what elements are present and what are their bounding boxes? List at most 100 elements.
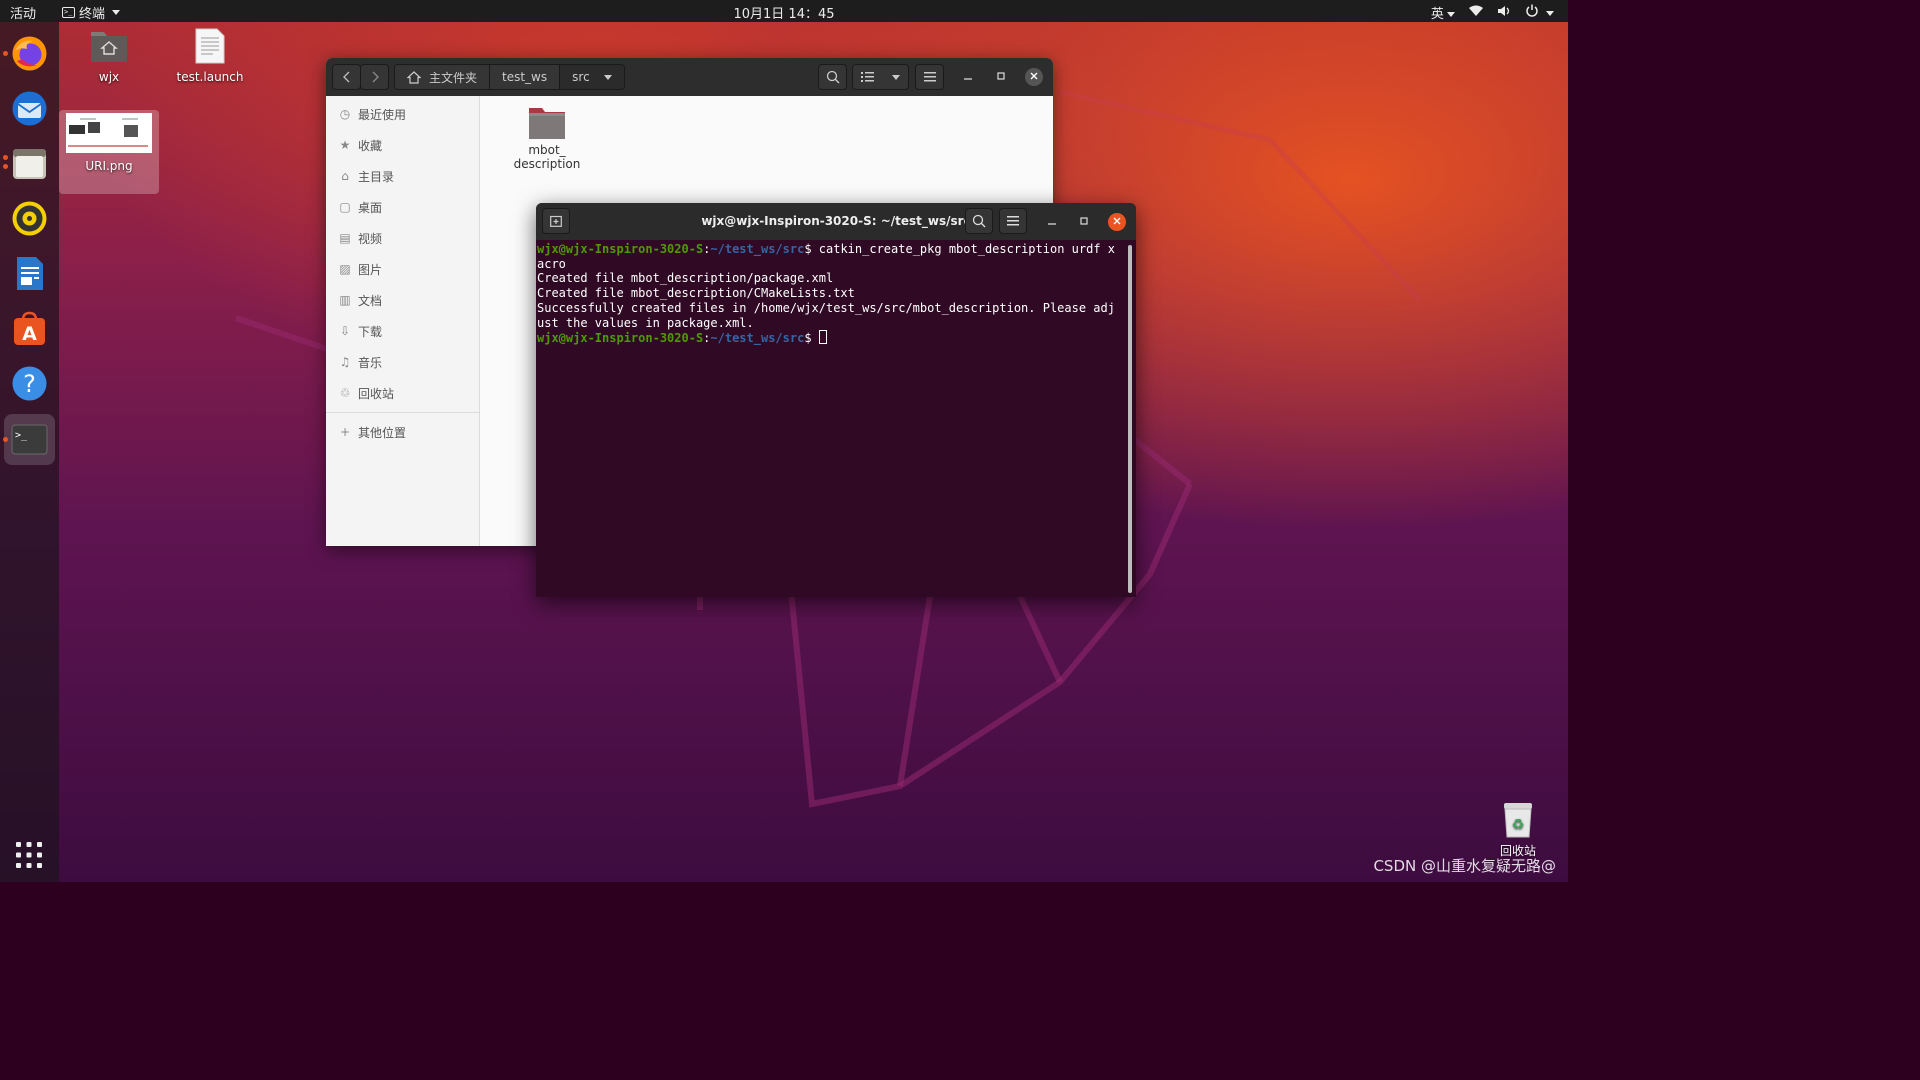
sidebar-divider xyxy=(326,412,479,413)
system-tray[interactable]: 英 xyxy=(1431,3,1554,22)
minimize-icon xyxy=(964,78,972,80)
forward-button[interactable] xyxy=(360,64,389,90)
dock-help[interactable]: ? xyxy=(4,358,55,409)
firefox-icon xyxy=(12,36,47,71)
star-icon: ★ xyxy=(339,138,351,152)
breadcrumb-test-ws[interactable]: test_ws xyxy=(490,65,561,89)
folder-mbot-description[interactable]: mbot_ description xyxy=(511,104,583,171)
download-icon: ⇩ xyxy=(339,324,351,338)
sidebar-item-recent[interactable]: ◷ 最近使用 xyxy=(326,100,479,128)
dock-software[interactable]: A xyxy=(4,303,55,354)
menu-button[interactable] xyxy=(915,64,944,90)
output-line: Created file mbot_description/CMakeLists… xyxy=(537,286,855,301)
sidebar-item-pictures[interactable]: ▨ 图片 xyxy=(326,255,479,283)
desktop-icon-label: URI.png xyxy=(85,159,133,173)
dock-rhythmbox[interactable] xyxy=(4,193,55,244)
input-method-label: 英 xyxy=(1430,7,1444,22)
dock-files[interactable] xyxy=(3,138,55,189)
minimize-button[interactable] xyxy=(959,68,977,86)
command-text: $ catkin_create_pkg mbot_description urd… xyxy=(804,242,1115,256)
sidebar-item-music[interactable]: ♫ 音乐 xyxy=(326,348,479,376)
back-button[interactable] xyxy=(332,64,361,90)
sidebar-item-trash[interactable]: ♲ 回收站 xyxy=(326,379,479,407)
terminal-header-bar: wjx@wjx-Inspiron-3020-S: ~/test_ws/src xyxy=(536,203,1136,240)
sidebar-item-videos[interactable]: ▤ 视频 xyxy=(326,224,479,252)
chevron-down-icon xyxy=(1446,12,1455,17)
trash-icon: ♻ xyxy=(1504,803,1532,838)
writer-icon xyxy=(17,257,43,290)
terminal-command-line: wjx@wjx-Inspiron-3020-S:~/test_ws/src$ c… xyxy=(537,242,1115,256)
app-grid-icon xyxy=(16,842,42,868)
svg-text:?: ? xyxy=(23,370,36,398)
sidebar-item-label: 下载 xyxy=(358,324,383,339)
desktop-icon-test-launch[interactable]: test.launch xyxy=(160,28,260,84)
sidebar-item-other-locations[interactable]: + 其他位置 xyxy=(326,418,479,446)
clock[interactable]: 10月1日 14：45 xyxy=(733,7,834,22)
rhythmbox-icon xyxy=(12,201,47,236)
prompt-path: ~/test_ws/src xyxy=(710,242,805,256)
text-cursor xyxy=(818,330,827,345)
dock-firefox[interactable] xyxy=(3,28,55,79)
software-icon: A xyxy=(14,311,45,345)
minimize-button[interactable] xyxy=(1043,213,1061,231)
show-applications-button[interactable] xyxy=(14,840,44,870)
network-wifi-icon[interactable] xyxy=(1468,5,1483,21)
sidebar-item-starred[interactable]: ★ 收藏 xyxy=(326,131,479,159)
files-icon xyxy=(13,149,46,179)
sidebar-item-label: 其他位置 xyxy=(358,425,407,440)
prompt-suffix: $ xyxy=(804,331,819,346)
sidebar-item-label: 回收站 xyxy=(358,386,395,401)
new-tab-button[interactable] xyxy=(542,208,570,234)
command-text-wrap: acro xyxy=(537,256,566,271)
sidebar-item-label: 最近使用 xyxy=(358,107,407,122)
new-tab-icon xyxy=(550,215,562,227)
terminal-menu-button[interactable] xyxy=(999,208,1027,234)
sidebar-item-downloads[interactable]: ⇩ 下载 xyxy=(326,317,479,345)
hamburger-menu-icon xyxy=(1007,216,1019,226)
search-icon xyxy=(826,70,839,84)
home-icon xyxy=(407,70,421,84)
terminal-output[interactable]: wjx@wjx-Inspiron-3020-S:~/test_ws/src$ c… xyxy=(536,242,1126,596)
close-button[interactable] xyxy=(1108,213,1126,231)
files-sidebar: ◷ 最近使用 ★ 收藏 ⌂ 主目录 ▢ 桌面 ▤ 视频 ▨ 图片 ▥ 文档 ⇩ 下载 ♫ 音乐 ♲… xyxy=(326,96,480,546)
thunderbird-icon xyxy=(12,91,47,126)
terminal-title: wjx@wjx-Inspiron-3020-S: ~/test_ws/src xyxy=(701,214,971,228)
home-icon: ⌂ xyxy=(341,169,349,183)
output-line: Successfully created files in /home/wjx/… xyxy=(537,300,1115,315)
close-button[interactable] xyxy=(1025,68,1043,86)
desktop-icon-uri-png[interactable]: URI.png xyxy=(59,110,159,194)
text-file-icon xyxy=(195,28,225,64)
sidebar-item-label: 桌面 xyxy=(358,200,383,215)
dock-terminal[interactable]: >_ xyxy=(3,414,55,465)
sidebar-item-desktop[interactable]: ▢ 桌面 xyxy=(326,193,479,221)
terminal-scrollbar[interactable] xyxy=(1128,245,1132,593)
breadcrumb: 主文件夹 test_ws src xyxy=(394,64,625,90)
breadcrumb-label: 主文件夹 xyxy=(429,70,478,85)
dock-thunderbird[interactable] xyxy=(4,83,55,134)
maximize-icon xyxy=(1080,217,1088,225)
sidebar-item-documents[interactable]: ▥ 文档 xyxy=(326,286,479,314)
breadcrumb-src[interactable]: src xyxy=(560,65,624,89)
breadcrumb-home[interactable]: 主文件夹 xyxy=(395,65,491,89)
app-menu[interactable]: >_ 终端 xyxy=(62,3,121,22)
input-method-indicator[interactable]: 英 xyxy=(1431,3,1455,22)
maximize-button[interactable] xyxy=(1075,213,1093,231)
chevron-right-icon xyxy=(372,71,379,83)
dock-writer[interactable] xyxy=(4,248,55,299)
desktop-trash[interactable]: ♻ 回收站 xyxy=(1492,801,1544,859)
volume-icon[interactable] xyxy=(1497,5,1511,21)
desktop-icon-home[interactable]: wjx xyxy=(59,28,159,84)
close-icon xyxy=(1030,72,1038,80)
clock-icon: ◷ xyxy=(339,107,351,121)
search-button[interactable] xyxy=(818,64,847,90)
sidebar-item-home[interactable]: ⌂ 主目录 xyxy=(326,162,479,190)
output-line: ust the values in package.xml. xyxy=(537,315,754,330)
maximize-button[interactable] xyxy=(992,68,1010,86)
terminal-search-button[interactable] xyxy=(965,208,993,234)
trash-icon: ♲ xyxy=(339,386,351,400)
activities-button[interactable]: 活动 xyxy=(10,3,36,22)
view-toggle-button[interactable] xyxy=(852,64,909,90)
top-bar: 活动 >_ 终端 10月1日 14：45 英 xyxy=(0,0,1568,22)
prompt-user: wjx@wjx-Inspiron-3020-S xyxy=(537,331,704,346)
power-icon[interactable] xyxy=(1525,4,1554,21)
